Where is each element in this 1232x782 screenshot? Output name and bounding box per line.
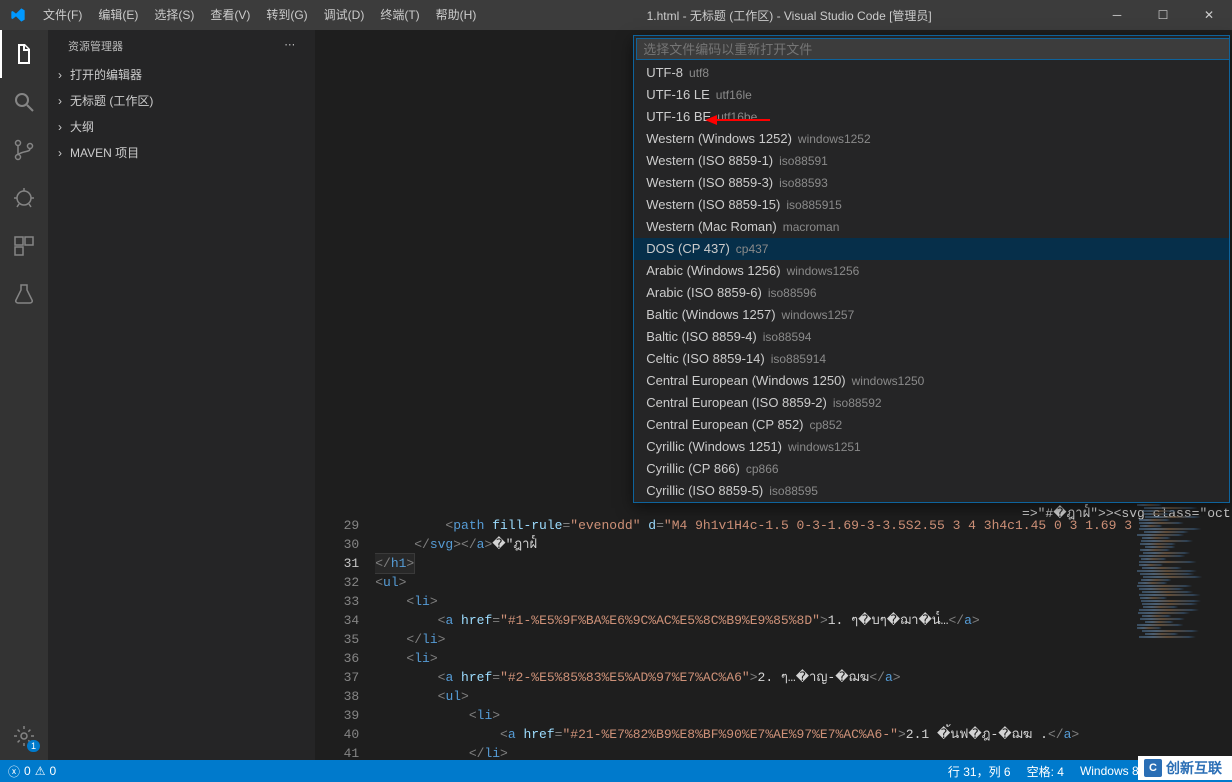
menubar: 文件(F) 编辑(E) 选择(S) 查看(V) 转到(G) 调试(D) 终端(T… <box>35 0 484 30</box>
watermark: C 创新互联 <box>1138 756 1232 780</box>
chevron-right-icon: › <box>58 116 66 138</box>
extensions-icon <box>12 234 36 258</box>
encoding-option[interactable]: Celtic (ISO 8859-14)iso885914 <box>634 348 1229 370</box>
beaker-icon <box>12 282 36 306</box>
window-title: 1.html - 无标题 (工作区) - Visual Studio Code … <box>484 7 1094 24</box>
close-button[interactable]: ✕ <box>1186 0 1232 30</box>
activity-debug[interactable] <box>0 174 48 222</box>
line-numbers: 29303132333435363738394041 <box>315 30 375 760</box>
encoding-option[interactable]: Western (ISO 8859-3)iso88593 <box>634 172 1229 194</box>
activity-bar: 1 <box>0 30 48 760</box>
chevron-right-icon: › <box>58 142 66 164</box>
encoding-option[interactable]: Baltic (Windows 1257)windows1257 <box>634 304 1229 326</box>
encoding-option[interactable]: UTF-8utf8 <box>634 62 1229 84</box>
encoding-search-input[interactable] <box>636 38 1230 60</box>
encoding-option[interactable]: Western (Windows 1252)windows1252 <box>634 128 1229 150</box>
encoding-option[interactable]: Central European (ISO 8859-2)iso88592 <box>634 392 1229 414</box>
encoding-option[interactable]: UTF-16 LEutf16le <box>634 84 1229 106</box>
encoding-option[interactable]: Central European (CP 852)cp852 <box>634 414 1229 436</box>
status-problems[interactable]: ⓧ0 ⚠0 <box>0 760 64 782</box>
vscode-icon <box>0 7 35 23</box>
titlebar: 文件(F) 编辑(E) 选择(S) 查看(V) 转到(G) 调试(D) 终端(T… <box>0 0 1232 30</box>
editor-area: ⇄ ◫ ⋯ .55 3 4 3h4c1.45 0 3 1.69 3�ๆๆ-���… <box>315 30 1232 760</box>
window-controls: ─ ☐ ✕ <box>1094 0 1232 30</box>
activity-explorer[interactable] <box>0 30 48 78</box>
encoding-list[interactable]: UTF-8utf8UTF-16 LEutf16leUTF-16 BEutf16b… <box>634 62 1229 502</box>
activity-settings[interactable]: 1 <box>0 712 48 760</box>
warning-icon: ⚠ <box>35 764 46 778</box>
chevron-right-icon: › <box>58 64 66 86</box>
encoding-option[interactable]: Arabic (ISO 8859-6)iso88596 <box>634 282 1229 304</box>
encoding-option[interactable]: Cyrillic (Windows 1251)windows1251 <box>634 436 1229 458</box>
encoding-option[interactable]: Western (ISO 8859-1)iso88591 <box>634 150 1229 172</box>
minimize-button[interactable]: ─ <box>1094 0 1140 30</box>
sidebar: 资源管理器⋯ ›打开的编辑器 ›无标题 (工作区) ›大纲 ›MAVEN 项目 <box>48 30 315 760</box>
encoding-option[interactable]: Western (Mac Roman)macroman <box>634 216 1229 238</box>
status-indent[interactable]: 空格: 4 <box>1019 760 1072 782</box>
encoding-option[interactable]: UTF-16 BEutf16be <box>634 106 1229 128</box>
encoding-option[interactable]: Central European (Windows 1250)windows12… <box>634 370 1229 392</box>
activity-scm[interactable] <box>0 126 48 174</box>
sidebar-section-workspace[interactable]: ›无标题 (工作区) <box>48 88 315 114</box>
activity-search[interactable] <box>0 78 48 126</box>
sidebar-section-open-editors[interactable]: ›打开的编辑器 <box>48 62 315 88</box>
encoding-dropdown: UTF-8utf8UTF-16 LEutf16leUTF-16 BEutf16b… <box>633 35 1230 503</box>
encoding-option[interactable]: Arabic (Windows 1256)windows1256 <box>634 260 1229 282</box>
activity-test[interactable] <box>0 270 48 318</box>
status-line-col[interactable]: 行 31，列 6 <box>940 760 1019 782</box>
menu-edit[interactable]: 编辑(E) <box>90 0 146 30</box>
branch-icon <box>12 138 36 162</box>
sidebar-section-maven[interactable]: ›MAVEN 项目 <box>48 140 315 166</box>
maximize-button[interactable]: ☐ <box>1140 0 1186 30</box>
menu-terminal[interactable]: 终端(T) <box>372 0 427 30</box>
status-bar: ⓧ0 ⚠0 行 31，列 6 空格: 4 Windows 874 CRLF H <box>0 760 1232 782</box>
watermark-logo: C <box>1144 759 1162 777</box>
encoding-option[interactable]: Baltic (ISO 8859-4)iso88594 <box>634 326 1229 348</box>
menu-go[interactable]: 转到(G) <box>258 0 315 30</box>
sidebar-title: 资源管理器⋯ <box>48 30 315 62</box>
search-icon <box>12 90 36 114</box>
chevron-right-icon: › <box>58 90 66 112</box>
encoding-option[interactable]: Cyrillic (ISO 8859-5)iso88595 <box>634 480 1229 502</box>
settings-badge: 1 <box>27 740 40 752</box>
sidebar-section-outline[interactable]: ›大纲 <box>48 114 315 140</box>
menu-selection[interactable]: 选择(S) <box>146 0 202 30</box>
menu-debug[interactable]: 调试(D) <box>316 0 373 30</box>
encoding-option[interactable]: Western (ISO 8859-15)iso885915 <box>634 194 1229 216</box>
files-icon <box>12 42 36 66</box>
menu-view[interactable]: 查看(V) <box>202 0 258 30</box>
encoding-option[interactable]: DOS (CP 437)cp437 <box>634 238 1229 260</box>
menu-file[interactable]: 文件(F) <box>35 0 90 30</box>
error-icon: ⓧ <box>8 763 20 780</box>
menu-help[interactable]: 帮助(H) <box>428 0 485 30</box>
bug-icon <box>12 186 36 210</box>
activity-extensions[interactable] <box>0 222 48 270</box>
encoding-option[interactable]: Cyrillic (CP 866)cp866 <box>634 458 1229 480</box>
